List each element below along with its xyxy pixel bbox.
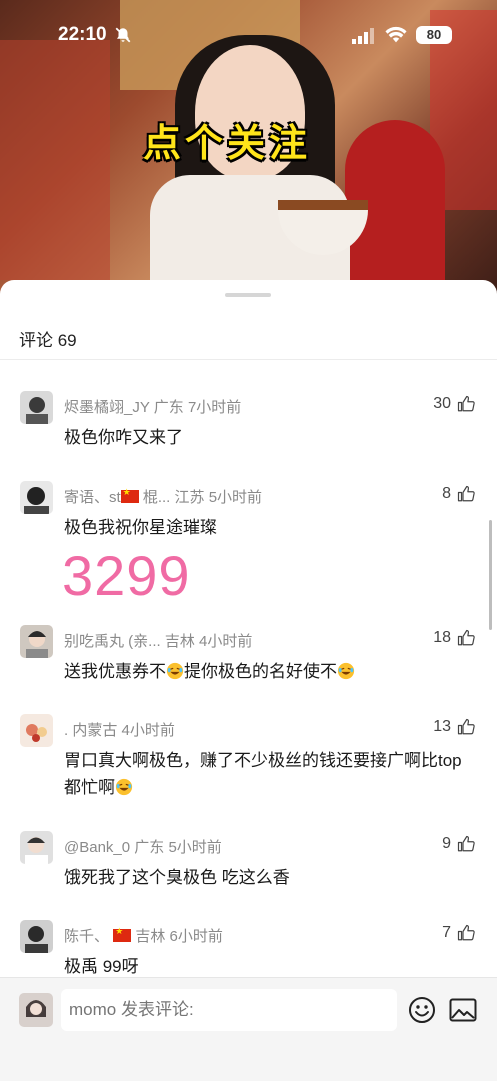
smiley-icon[interactable] <box>408 996 436 1024</box>
comment-meta: @Bank_0 广东 5小时前 <box>64 836 222 857</box>
like-count: 8 <box>442 485 451 502</box>
bell-off-icon <box>115 27 131 43</box>
like-button[interactable]: 30 <box>433 395 475 413</box>
like-count: 7 <box>442 924 451 941</box>
divider <box>0 359 497 360</box>
comment-meta: 别吃禹丸 (亲... 吉林 4小时前 <box>64 630 252 651</box>
timestamp: 4小时前 <box>121 722 175 739</box>
china-flag-icon <box>120 487 139 503</box>
comment-text: 极禹 99呀 <box>64 957 139 976</box>
thumbs-up-icon <box>457 485 475 502</box>
thumbs-up-icon <box>457 835 475 852</box>
scrollbar[interactable] <box>489 520 492 630</box>
video-overlay-text: 点个关注 <box>143 120 312 165</box>
china-flag-icon <box>113 926 132 942</box>
like-button[interactable]: 7 <box>442 924 475 942</box>
image-icon[interactable] <box>449 998 477 1022</box>
background-decor <box>0 40 110 280</box>
like-button[interactable]: 9 <box>442 835 475 853</box>
laughing-emoji-icon <box>337 662 355 680</box>
location: 江苏 <box>174 489 205 506</box>
comment-meta: 烬墨橘翊_JY 广东 7小时前 <box>64 396 241 417</box>
thumbs-up-icon <box>457 924 475 941</box>
location: 广东 <box>153 399 184 416</box>
comment-big-number: 3299 <box>62 544 191 607</box>
comment-input-bar <box>0 977 497 1081</box>
like-count: 30 <box>433 395 451 412</box>
like-count: 18 <box>433 629 451 646</box>
comment-text-part: 送我优惠券不 <box>64 662 166 681</box>
comment-meta: . 内蒙古 4小时前 <box>64 719 175 740</box>
location: 吉林 <box>164 633 195 650</box>
comment-input[interactable] <box>61 989 397 1031</box>
timestamp: 7小时前 <box>187 399 242 416</box>
username-part: 棍... <box>142 489 171 506</box>
comments-count-title: 评论 69 <box>19 331 77 350</box>
like-count: 13 <box>433 718 451 735</box>
thumbs-up-icon <box>457 395 475 412</box>
username[interactable]: 陈千、 <box>64 926 132 945</box>
status-time: 22:10 <box>58 24 107 45</box>
avatar[interactable] <box>20 714 53 747</box>
comment-text: 胃口真大啊极色，赚了不少极丝的钱还要接广啊比top都忙啊 <box>64 747 474 801</box>
like-count: 9 <box>442 835 451 852</box>
avatar[interactable] <box>20 920 53 953</box>
timestamp: 4小时前 <box>199 633 253 650</box>
timestamp: 5小时前 <box>208 489 263 506</box>
comment-text: 极色我祝你星途璀璨 <box>64 518 217 537</box>
laughing-emoji-icon <box>166 662 184 680</box>
comment-meta: 寄语、st 棍... 江苏 5小时前 <box>64 486 262 507</box>
comment-text: 送我优惠券不 提你极色的名好使不 <box>64 658 474 685</box>
location: 广东 <box>134 839 165 856</box>
timestamp: 6小时前 <box>169 928 223 945</box>
avatar[interactable] <box>20 481 53 514</box>
sheet-drag-handle[interactable] <box>225 293 271 297</box>
comment-meta: 陈千、 吉林 6小时前 <box>64 925 223 946</box>
username-part: 陈千、 <box>64 928 110 945</box>
comment-text-part: 提你极色的名好使不 <box>184 662 337 681</box>
comment-text: 饿死我了这个臭极色 吃这么香 <box>64 868 290 887</box>
avatar[interactable] <box>20 625 53 658</box>
wifi-icon <box>385 26 407 43</box>
like-button[interactable]: 13 <box>433 718 475 736</box>
laughing-emoji-icon <box>115 778 133 796</box>
battery-indicator: 80 <box>416 26 452 44</box>
username[interactable]: 别吃禹丸 (亲... <box>64 633 161 650</box>
timestamp: 5小时前 <box>168 839 222 856</box>
username[interactable]: @Bank_0 <box>64 839 130 856</box>
username[interactable]: . <box>64 722 68 739</box>
status-bar: 22:10 80 <box>0 0 497 70</box>
username[interactable]: 烬墨橘翊_JY <box>64 399 150 416</box>
username-part: 寄语、st <box>64 489 121 506</box>
username[interactable]: 寄语、st 棍... <box>64 487 171 506</box>
signal-icon <box>352 28 374 44</box>
location: 吉林 <box>135 928 166 945</box>
comment-text: 极色你咋又来了 <box>64 428 183 447</box>
avatar[interactable] <box>20 391 53 424</box>
video-preview[interactable]: 点个关注 22:10 80 <box>0 0 497 300</box>
avatar[interactable] <box>20 831 53 864</box>
thumbs-up-icon <box>457 629 475 646</box>
my-avatar[interactable] <box>19 993 53 1027</box>
location: 内蒙古 <box>72 722 118 739</box>
thumbs-up-icon <box>457 718 475 735</box>
like-button[interactable]: 8 <box>442 485 475 503</box>
like-button[interactable]: 18 <box>433 629 475 647</box>
